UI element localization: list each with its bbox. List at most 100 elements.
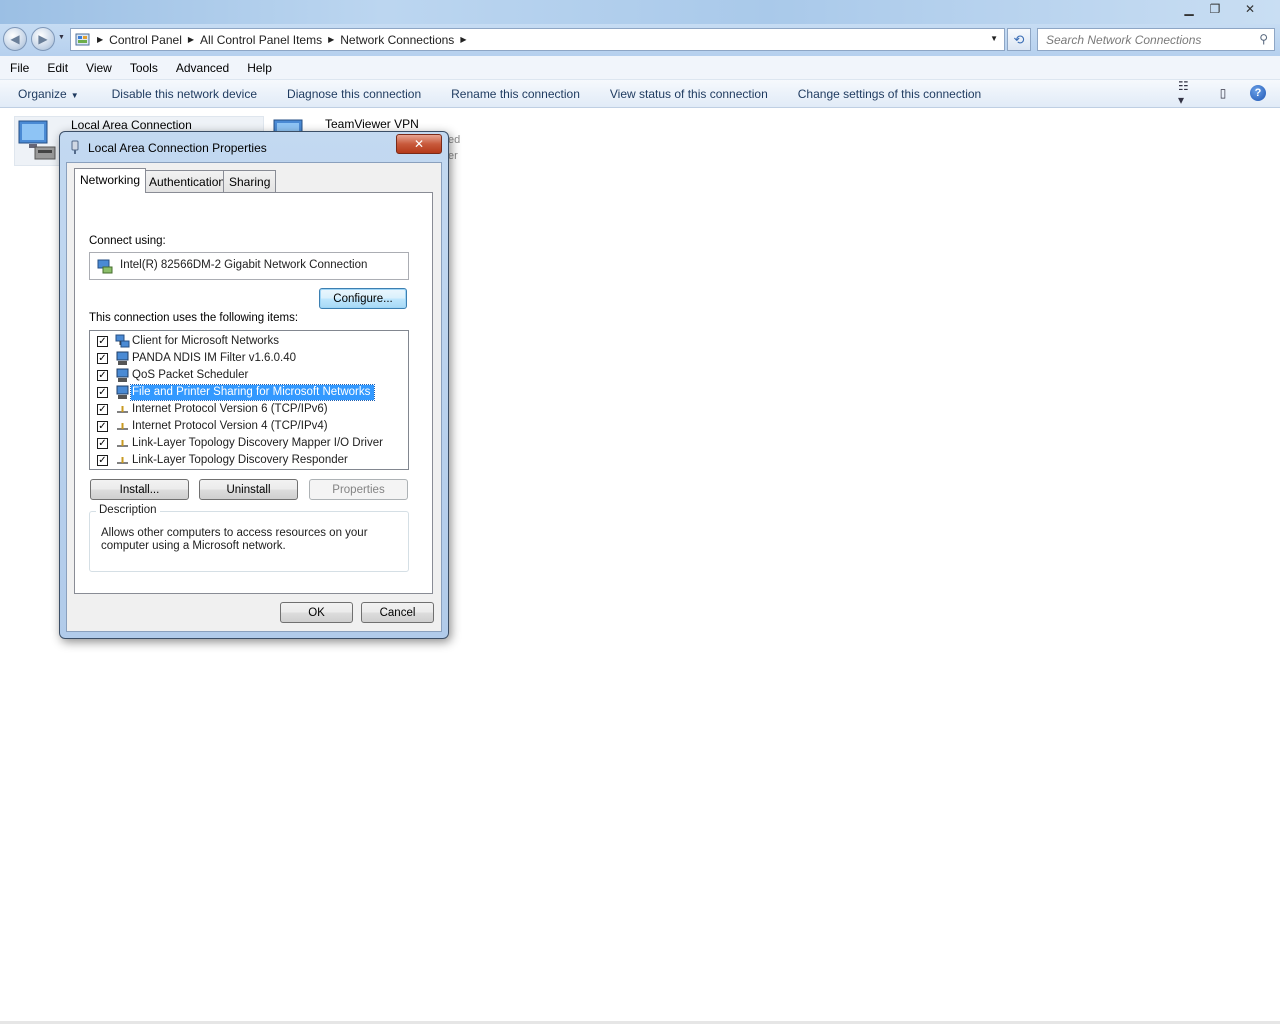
connection-name: TeamViewer VPN <box>325 117 419 131</box>
protocol-icon <box>117 440 128 447</box>
item-checkbox[interactable]: ✓ <box>97 438 108 449</box>
properties-button[interactable]: Properties <box>309 479 408 500</box>
dialog-close-button[interactable]: ✕ <box>396 134 442 154</box>
item-checkbox[interactable]: ✓ <box>97 387 108 398</box>
networking-panel: Connect using: Intel(R) 82566DM-2 Gigabi… <box>74 192 433 594</box>
breadcrumb-all-items[interactable]: All Control Panel Items <box>200 33 322 47</box>
items-label: This connection uses the following items… <box>89 312 299 324</box>
adapter-field: Intel(R) 82566DM-2 Gigabit Network Conne… <box>89 252 409 280</box>
item-label: Client for Microsoft Networks <box>132 335 279 347</box>
list-item-lltd-responder[interactable]: ✓ Link-Layer Topology Discovery Responde… <box>90 452 408 469</box>
list-item-panda-ndis-filter[interactable]: ✓ PANDA NDIS IM Filter v1.6.0.40 <box>90 350 408 367</box>
dialog-title: Local Area Connection Properties <box>88 141 267 155</box>
recent-pages-dropdown-icon[interactable]: ▼ <box>58 34 65 41</box>
menu-advanced[interactable]: Advanced <box>166 61 237 75</box>
properties-dialog: Local Area Connection Properties ✕ Netwo… <box>59 131 449 639</box>
breadcrumb-control-panel[interactable]: Control Panel <box>109 33 182 47</box>
item-checkbox[interactable]: ✓ <box>97 353 108 364</box>
address-bar[interactable]: ▶ Control Panel ▶ All Control Panel Item… <box>70 28 1005 51</box>
network-card-icon <box>97 259 113 274</box>
protocol-icon <box>117 423 128 430</box>
list-item-file-printer-sharing[interactable]: ✓ File and Printer Sharing for Microsoft… <box>90 384 408 401</box>
cancel-button[interactable]: Cancel <box>361 602 434 623</box>
tab-networking[interactable]: Networking <box>74 168 147 193</box>
description-group: Description Allows other computers to ac… <box>89 504 409 572</box>
service-icon <box>116 368 129 382</box>
breadcrumb-arrow-icon[interactable]: ▶ <box>188 35 194 44</box>
connection-status-fragment: ed <box>448 134 461 146</box>
item-label: Link-Layer Topology Discovery Responder <box>132 454 348 466</box>
item-label: Internet Protocol Version 6 (TCP/IPv6) <box>132 403 328 415</box>
item-checkbox[interactable]: ✓ <box>97 421 108 432</box>
chevron-down-icon: ▼ <box>70 90 79 100</box>
breadcrumb-arrow-icon[interactable]: ▶ <box>328 35 334 44</box>
connect-using-label: Connect using: <box>89 235 166 247</box>
back-button[interactable]: ◀ <box>3 27 27 51</box>
command-bar: Organize ▼ Disable this network device Di… <box>0 79 1280 108</box>
restore-button[interactable]: ❐ <box>1202 0 1228 18</box>
diagnose-connection-button[interactable]: Diagnose this connection <box>272 87 436 101</box>
service-icon <box>116 385 129 399</box>
search-input[interactable]: Search Network Connections ⚲ <box>1037 28 1275 51</box>
ok-button[interactable]: OK <box>280 602 353 623</box>
list-item-ipv6[interactable]: ✓ Internet Protocol Version 6 (TCP/IPv6) <box>90 401 408 418</box>
adapter-name: Intel(R) 82566DM-2 Gigabit Network Conne… <box>120 259 368 271</box>
network-items-list[interactable]: ✓ Client for Microsoft Networks ✓ PANDA … <box>89 330 409 470</box>
forward-button[interactable]: ▶ <box>31 27 55 51</box>
menu-file[interactable]: File <box>0 61 37 75</box>
refresh-button[interactable]: ⟲ <box>1007 28 1031 51</box>
network-adapter-icon <box>18 120 56 160</box>
address-dropdown-icon[interactable]: ▼ <box>990 34 998 43</box>
network-client-icon <box>115 334 130 348</box>
address-row: ◀ ▶ ▼ ▶ Control Panel ▶ All Control Pane… <box>0 24 1280 56</box>
organize-button[interactable]: Organize ▼ <box>0 87 97 101</box>
disable-device-button[interactable]: Disable this network device <box>97 87 272 101</box>
connection-name: Local Area Connection <box>71 118 192 132</box>
configure-button[interactable]: Configure... <box>319 288 407 309</box>
view-tools: ☷ ▾ ▯ ? <box>1178 79 1266 107</box>
list-item-lltd-mapper[interactable]: ✓ Link-Layer Topology Discovery Mapper I… <box>90 435 408 452</box>
item-label: Link-Layer Topology Discovery Mapper I/O… <box>132 437 383 449</box>
preview-pane-icon[interactable]: ▯ <box>1214 84 1232 102</box>
close-window-button[interactable]: ✕ <box>1228 0 1272 18</box>
caption-buttons: ▁ ❐ ✕ <box>1176 0 1272 20</box>
list-item-ipv4[interactable]: ✓ Internet Protocol Version 4 (TCP/IPv4) <box>90 418 408 435</box>
view-status-button[interactable]: View status of this connection <box>595 87 783 101</box>
item-label: PANDA NDIS IM Filter v1.6.0.40 <box>132 352 297 364</box>
minimize-button[interactable]: ▁ <box>1176 0 1202 18</box>
menu-bar: File Edit View Tools Advanced Help <box>0 56 1280 80</box>
dialog-body: Networking Authentication Sharing Connec… <box>66 162 442 632</box>
control-panel-icon <box>75 33 90 45</box>
change-view-icon[interactable]: ☷ ▾ <box>1178 79 1196 107</box>
back-arrow-icon: ◀ <box>10 32 20 46</box>
tab-authentication[interactable]: Authentication <box>143 170 232 192</box>
item-checkbox[interactable]: ✓ <box>97 336 108 347</box>
item-checkbox[interactable]: ✓ <box>97 404 108 415</box>
uninstall-button[interactable]: Uninstall <box>199 479 298 500</box>
window-titlebar[interactable]: ▁ ❐ ✕ <box>0 0 1280 24</box>
breadcrumb-arrow-icon[interactable]: ▶ <box>460 35 466 44</box>
change-settings-button[interactable]: Change settings of this connection <box>783 87 996 101</box>
item-checkbox[interactable]: ✓ <box>97 370 108 381</box>
menu-help[interactable]: Help <box>237 61 280 75</box>
tab-sharing[interactable]: Sharing <box>223 170 277 192</box>
menu-edit[interactable]: Edit <box>37 61 76 75</box>
item-label: QoS Packet Scheduler <box>132 369 249 381</box>
breadcrumb-network-connections[interactable]: Network Connections <box>340 33 454 47</box>
item-label: Internet Protocol Version 4 (TCP/IPv4) <box>132 420 328 432</box>
menu-tools[interactable]: Tools <box>120 61 166 75</box>
search-placeholder: Search Network Connections <box>1046 32 1202 47</box>
item-checkbox[interactable]: ✓ <box>97 455 108 466</box>
menu-view[interactable]: View <box>76 61 120 75</box>
rename-connection-button[interactable]: Rename this connection <box>436 87 595 101</box>
service-icon <box>116 351 129 365</box>
network-cable-icon <box>71 140 79 154</box>
breadcrumb-arrow-icon[interactable]: ▶ <box>97 35 103 44</box>
list-item-qos-packet-scheduler[interactable]: ✓ QoS Packet Scheduler <box>90 367 408 384</box>
help-icon[interactable]: ? <box>1250 85 1266 101</box>
list-item-client-for-microsoft-networks[interactable]: ✓ Client for Microsoft Networks <box>90 333 408 350</box>
connection-device-fragment: er <box>448 150 458 162</box>
install-button[interactable]: Install... <box>90 479 189 500</box>
search-icon: ⚲ <box>1259 32 1268 46</box>
description-title: Description <box>96 504 160 516</box>
